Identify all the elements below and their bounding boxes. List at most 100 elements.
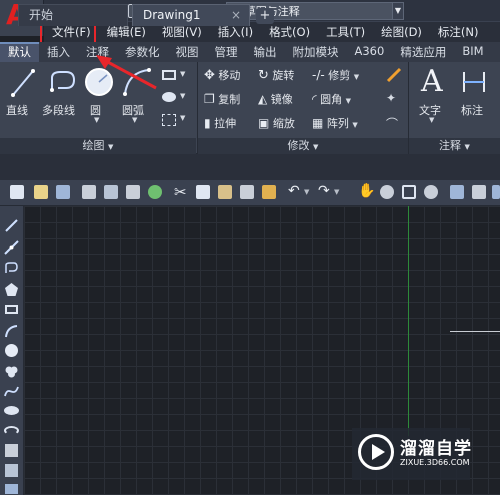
text-a-icon: A <box>421 64 443 99</box>
watermark-name: 溜溜自学 <box>400 439 472 459</box>
paste-block-icon[interactable] <box>240 185 254 199</box>
web-publish-icon[interactable] <box>148 185 162 199</box>
tab-start[interactable]: 开始 <box>18 4 128 26</box>
erase-icon[interactable] <box>386 67 402 83</box>
properties-icon[interactable] <box>450 185 464 199</box>
zoom-window-icon[interactable] <box>402 185 416 199</box>
tab-output[interactable]: 输出 <box>246 42 285 62</box>
line-icon <box>11 69 35 97</box>
menu-tools[interactable]: 工具(T) <box>318 24 373 40</box>
explode-icon[interactable]: ✦ <box>386 91 402 107</box>
scale-tool[interactable]: ▣ 缩放 <box>258 115 312 133</box>
annotation-panel: A 文字 ▼ 标注 注释 ▼ <box>409 62 500 154</box>
scale-icon: ▣ <box>258 116 270 130</box>
copy-label: 复制 <box>218 93 241 106</box>
open-folder-icon[interactable] <box>34 185 48 199</box>
move-tool[interactable]: ✥ 移动 <box>204 67 258 85</box>
close-icon[interactable]: × <box>231 5 241 25</box>
menu-insert[interactable]: 插入(I) <box>210 24 261 40</box>
menu-dimension[interactable]: 标注(N) <box>430 24 487 40</box>
polyline-icon[interactable] <box>4 261 19 276</box>
tab-a360[interactable]: A360 <box>347 42 393 62</box>
print-icon[interactable] <box>82 185 96 199</box>
paste-icon[interactable] <box>218 185 232 199</box>
design-center-icon[interactable] <box>472 185 486 199</box>
tab-manage[interactable]: 管理 <box>207 42 246 62</box>
zoom-previous-icon[interactable] <box>424 185 438 199</box>
mirror-label: 镜像 <box>270 93 293 106</box>
fillet-tool[interactable]: ◜ 圆角 ▼ <box>312 91 382 109</box>
make-block-icon[interactable] <box>5 464 18 477</box>
dimension-icon <box>463 72 485 92</box>
tab-featured-apps[interactable]: 精选应用 <box>392 42 454 62</box>
tool-palettes-icon[interactable] <box>492 185 500 199</box>
polygon-icon[interactable] <box>4 282 19 297</box>
chevron-down-icon[interactable]: ▼ <box>334 188 339 196</box>
rectangle-icon[interactable] <box>5 305 18 314</box>
tab-bim[interactable]: BIM <box>454 42 491 62</box>
rotate-tool[interactable]: ↻ 旋转 <box>258 67 312 85</box>
save-icon[interactable] <box>56 185 70 199</box>
pan-hand-icon[interactable]: ✋ <box>358 183 375 199</box>
workspace-switcher[interactable]: ⚙ 草图与注释 <box>226 2 402 20</box>
tab-drawing1[interactable]: Drawing1 × <box>132 4 250 26</box>
zoom-realtime-icon[interactable] <box>380 185 394 199</box>
circle-icon[interactable] <box>5 344 18 357</box>
drawn-line[interactable] <box>450 331 500 332</box>
ellipse-icon[interactable] <box>4 406 19 415</box>
chevron-down-icon: ▼ <box>352 121 358 129</box>
line-label: 直线 <box>6 104 28 117</box>
menu-format[interactable]: 格式(O) <box>261 24 318 40</box>
boundary-icon[interactable] <box>162 114 176 126</box>
spline-icon[interactable] <box>4 384 19 399</box>
text-tool[interactable]: A 文字 ▼ <box>415 64 449 136</box>
hatch-icon[interactable] <box>162 92 176 102</box>
tab-view[interactable]: 视图 <box>168 42 207 62</box>
revision-cloud-icon[interactable] <box>4 364 19 379</box>
mirror-tool[interactable]: ◭ 镜像 <box>258 91 312 109</box>
polyline-icon <box>50 71 76 92</box>
undo-icon[interactable]: ↶ <box>288 183 300 199</box>
tab-drawing1-label: Drawing1 <box>143 8 201 22</box>
menu-edit[interactable]: 编辑(E) <box>99 24 154 40</box>
modify-panel-title[interactable]: 修改 ▼ <box>198 138 408 154</box>
modify-panel: ✥ 移动 ↻ 旋转 -/- 修剪 ▼ ❐ 复制 ◭ 镜像 ◜ 圆角 ▼ ✦ ▮ … <box>198 62 408 154</box>
publish-icon[interactable] <box>126 185 140 199</box>
copy-clipboard-icon[interactable] <box>196 185 210 199</box>
rotate-icon: ↻ <box>258 68 269 83</box>
construction-line-icon[interactable] <box>4 240 19 255</box>
draw-panel-title[interactable]: 绘图 ▼ <box>0 138 196 154</box>
array-tool[interactable]: ▦ 阵列 ▼ <box>312 115 382 133</box>
new-tab-button[interactable]: + <box>256 8 274 24</box>
insert-block-icon[interactable] <box>5 444 18 457</box>
tab-default[interactable]: 默认 <box>0 42 39 62</box>
offset-icon[interactable]: ⌒ <box>386 115 402 131</box>
point-icon[interactable] <box>5 484 18 494</box>
trim-tool[interactable]: -/- 修剪 ▼ <box>312 67 382 85</box>
standard-toolbar: ✂ ↶ ▼ ↷ ▼ ✋ <box>0 180 500 206</box>
chevron-down-icon[interactable]: ▼ <box>304 188 309 196</box>
new-file-icon[interactable] <box>10 185 24 199</box>
annotation-panel-title[interactable]: 注释 ▼ <box>409 138 500 154</box>
line-tool[interactable]: 直线 <box>6 66 42 122</box>
stretch-label: 拉伸 <box>214 117 237 130</box>
rectangle-icon[interactable] <box>162 70 176 80</box>
dimension-label: 标注 <box>461 104 483 117</box>
stretch-tool[interactable]: ▮ 拉伸 <box>204 115 258 133</box>
line-icon[interactable] <box>4 218 19 233</box>
workspace-dropdown-button[interactable]: ▼ <box>392 2 404 20</box>
tab-addins[interactable]: 附加模块 <box>285 42 347 62</box>
arc-icon[interactable] <box>4 324 19 339</box>
match-properties-icon[interactable] <box>262 185 276 199</box>
redo-icon[interactable]: ↷ <box>318 183 330 199</box>
tab-insert[interactable]: 插入 <box>39 42 78 62</box>
cut-icon[interactable]: ✂ <box>174 183 187 201</box>
menu-draw[interactable]: 绘图(D) <box>373 24 430 40</box>
menu-view[interactable]: 视图(V) <box>154 24 210 40</box>
ellipse-arc-icon[interactable] <box>4 426 19 435</box>
dimension-tool[interactable]: 标注 <box>457 64 491 136</box>
array-icon: ▦ <box>312 116 324 130</box>
polyline-tool[interactable]: 多段线 <box>40 66 84 122</box>
copy-tool[interactable]: ❐ 复制 <box>204 91 258 109</box>
print-preview-icon[interactable] <box>104 185 118 199</box>
